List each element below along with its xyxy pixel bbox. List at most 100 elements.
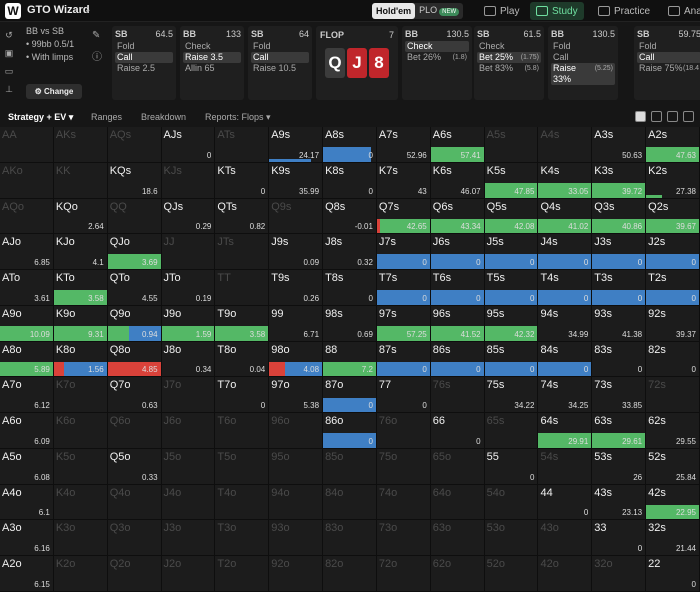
hand-cell-92s[interactable]: 92s 39.37 xyxy=(646,305,700,342)
hand-cell-97o[interactable]: 97o 5.38 xyxy=(269,377,324,414)
hand-cell-JJ[interactable]: JJ xyxy=(161,234,216,271)
hand-cell-96o[interactable]: 96o xyxy=(269,413,324,449)
hand-cell-ATs[interactable]: ATs xyxy=(215,127,270,163)
hand-cell-ATo[interactable]: ATo 3.61 xyxy=(0,270,54,306)
hand-cell-72s[interactable]: 72s xyxy=(646,377,700,414)
hand-cell-A7o[interactable]: A7o 6.12 xyxy=(0,377,54,414)
hand-cell-AJs[interactable]: AJs 0 xyxy=(161,127,216,163)
hand-cell-62o[interactable]: 62o xyxy=(430,556,485,592)
action-option[interactable]: Call xyxy=(551,52,615,63)
hand-cell-T6o[interactable]: T6o xyxy=(215,413,270,449)
hand-cell-Q6o[interactable]: Q6o xyxy=(107,413,162,449)
hand-cell-J8o[interactable]: J8o 0.34 xyxy=(161,341,216,378)
hand-cell-Q7o[interactable]: Q7o 0.63 xyxy=(107,377,162,414)
hand-cell-87s[interactable]: 87s 0 xyxy=(376,341,431,378)
hand-cell-64o[interactable]: 64o xyxy=(430,484,485,521)
hand-cell-Q3s[interactable]: Q3s 40.86 xyxy=(592,198,647,235)
hand-cell-KTs[interactable]: KTs 0 xyxy=(215,162,270,199)
hand-cell-T8s[interactable]: T8s 0 xyxy=(323,270,377,306)
hand-cell-J7s[interactable]: J7s 0 xyxy=(376,234,431,271)
hand-cell-J6o[interactable]: J6o xyxy=(161,413,216,449)
hand-cell-J8s[interactable]: J8s 0.32 xyxy=(323,234,377,271)
hand-cell-A6o[interactable]: A6o 6.09 xyxy=(0,413,54,449)
hand-cell-T7s[interactable]: T7s 0 xyxy=(376,270,431,306)
hand-cell-53s[interactable]: 53s 26 xyxy=(592,448,647,485)
pencil-icon[interactable]: ✎ xyxy=(92,30,100,41)
hand-cell-42o[interactable]: 42o xyxy=(538,556,593,592)
action-option[interactable]: Check xyxy=(183,41,241,52)
hand-cell-73s[interactable]: 73s 33.85 xyxy=(592,377,647,414)
hand-cell-63s[interactable]: 63s 29.61 xyxy=(592,413,647,449)
hand-cell-JTs[interactable]: JTs xyxy=(215,234,270,271)
hand-cell-74o[interactable]: 74o xyxy=(376,484,431,521)
hand-cell-88[interactable]: 88 7.2 xyxy=(323,341,377,378)
action-option[interactable]: Fold xyxy=(251,41,309,52)
hand-cell-T5s[interactable]: T5s 0 xyxy=(484,270,539,306)
hand-cell-73o[interactable]: 73o xyxy=(376,520,431,557)
hand-cell-54s[interactable]: 54s xyxy=(538,448,593,485)
hand-cell-K4s[interactable]: K4s 33.05 xyxy=(538,162,593,199)
hand-cell-93o[interactable]: 93o xyxy=(269,520,324,557)
hand-cell-72o[interactable]: 72o xyxy=(376,556,431,592)
hand-cell-T9s[interactable]: T9s 0.26 xyxy=(269,270,324,306)
hand-cell-J7o[interactable]: J7o xyxy=(161,377,216,414)
hand-cell-Q2o[interactable]: Q2o xyxy=(107,556,162,592)
hand-cell-A8s[interactable]: A8s 0 xyxy=(323,127,377,163)
hand-cell-Q7s[interactable]: Q7s 42.65 xyxy=(376,198,431,235)
action-option[interactable]: Allin 65 xyxy=(183,63,241,74)
action-option[interactable]: Raise 33% (5.25) xyxy=(551,63,615,85)
hand-cell-KK[interactable]: KK xyxy=(53,162,108,199)
hand-cell-62s[interactable]: 62s 29.55 xyxy=(646,413,700,449)
hand-cell-52s[interactable]: 52s 25.84 xyxy=(646,448,700,485)
hand-cell-K3s[interactable]: K3s 39.72 xyxy=(592,162,647,199)
postflop-column-3[interactable]: BB 130.5 Fold Call Raise 33% (5.25) xyxy=(548,26,618,100)
hand-cell-T6s[interactable]: T6s 0 xyxy=(430,270,485,306)
hand-cell-87o[interactable]: 87o 0 xyxy=(323,377,377,414)
hand-cell-86o[interactable]: 86o 0 xyxy=(323,413,377,449)
hand-cell-32s[interactable]: 32s 21.44 xyxy=(646,520,700,557)
hand-cell-K2s[interactable]: K2s 27.38 xyxy=(646,162,700,199)
hand-cell-A2s[interactable]: A2s 47.63 xyxy=(646,127,700,163)
hand-cell-92o[interactable]: 92o xyxy=(269,556,324,592)
hand-cell-84s[interactable]: 84s 0 xyxy=(538,341,593,378)
hand-cell-K7o[interactable]: K7o xyxy=(53,377,108,414)
hand-cell-K9o[interactable]: K9o 9.31 xyxy=(53,305,108,342)
hand-cell-93s[interactable]: 93s 41.38 xyxy=(592,305,647,342)
hand-cell-T2s[interactable]: T2s 0 xyxy=(646,270,700,306)
hand-cell-95o[interactable]: 95o xyxy=(269,448,324,485)
action-option[interactable]: Raise 3.5 xyxy=(183,52,241,63)
save-icon[interactable]: ▣ xyxy=(3,48,15,60)
hand-cell-66[interactable]: 66 0 xyxy=(430,413,485,449)
hand-cell-QJs[interactable]: QJs 0.29 xyxy=(161,198,216,235)
hand-cell-Q2s[interactable]: Q2s 39.67 xyxy=(646,198,700,235)
hand-cell-A3s[interactable]: A3s 50.63 xyxy=(592,127,647,163)
nav-study[interactable]: Study xyxy=(530,2,584,20)
hand-cell-K7s[interactable]: K7s 43 xyxy=(376,162,431,199)
hand-cell-K4o[interactable]: K4o xyxy=(53,484,108,521)
hand-cell-T2o[interactable]: T2o xyxy=(215,556,270,592)
hand-cell-Q4s[interactable]: Q4s 41.02 xyxy=(538,198,593,235)
hand-cell-99[interactable]: 99 6.71 xyxy=(269,305,324,342)
hand-cell-96s[interactable]: 96s 41.52 xyxy=(430,305,485,342)
action-option[interactable]: Fold xyxy=(115,41,173,52)
hand-cell-54o[interactable]: 54o xyxy=(484,484,539,521)
hand-cell-Q9o[interactable]: Q9o 0.94 xyxy=(107,305,162,342)
action-option[interactable]: Fold xyxy=(551,41,615,52)
hand-cell-98o[interactable]: 98o 4.08 xyxy=(269,341,324,378)
hand-cell-43o[interactable]: 43o xyxy=(538,520,593,557)
view-full-icon[interactable] xyxy=(635,111,646,122)
hand-cell-42s[interactable]: 42s 22.95 xyxy=(646,484,700,521)
hand-cell-83o[interactable]: 83o xyxy=(323,520,377,557)
hand-cell-95s[interactable]: 95s 42.32 xyxy=(484,305,539,342)
hand-cell-QTs[interactable]: QTs 0.82 xyxy=(215,198,270,235)
info-icon[interactable]: ⓘ xyxy=(92,48,102,63)
hand-cell-AQo[interactable]: AQo xyxy=(0,198,54,235)
hand-cell-AJo[interactable]: AJo 6.85 xyxy=(0,234,54,271)
action-option[interactable]: Check xyxy=(477,41,541,52)
hand-cell-A4s[interactable]: A4s xyxy=(538,127,593,163)
hand-cell-K3o[interactable]: K3o xyxy=(53,520,108,557)
tab-ranges[interactable]: Ranges xyxy=(91,112,122,122)
hand-cell-J5o[interactable]: J5o xyxy=(161,448,216,485)
hand-cell-82s[interactable]: 82s 0 xyxy=(646,341,700,378)
hand-cell-KJo[interactable]: KJo 4.1 xyxy=(53,234,108,271)
